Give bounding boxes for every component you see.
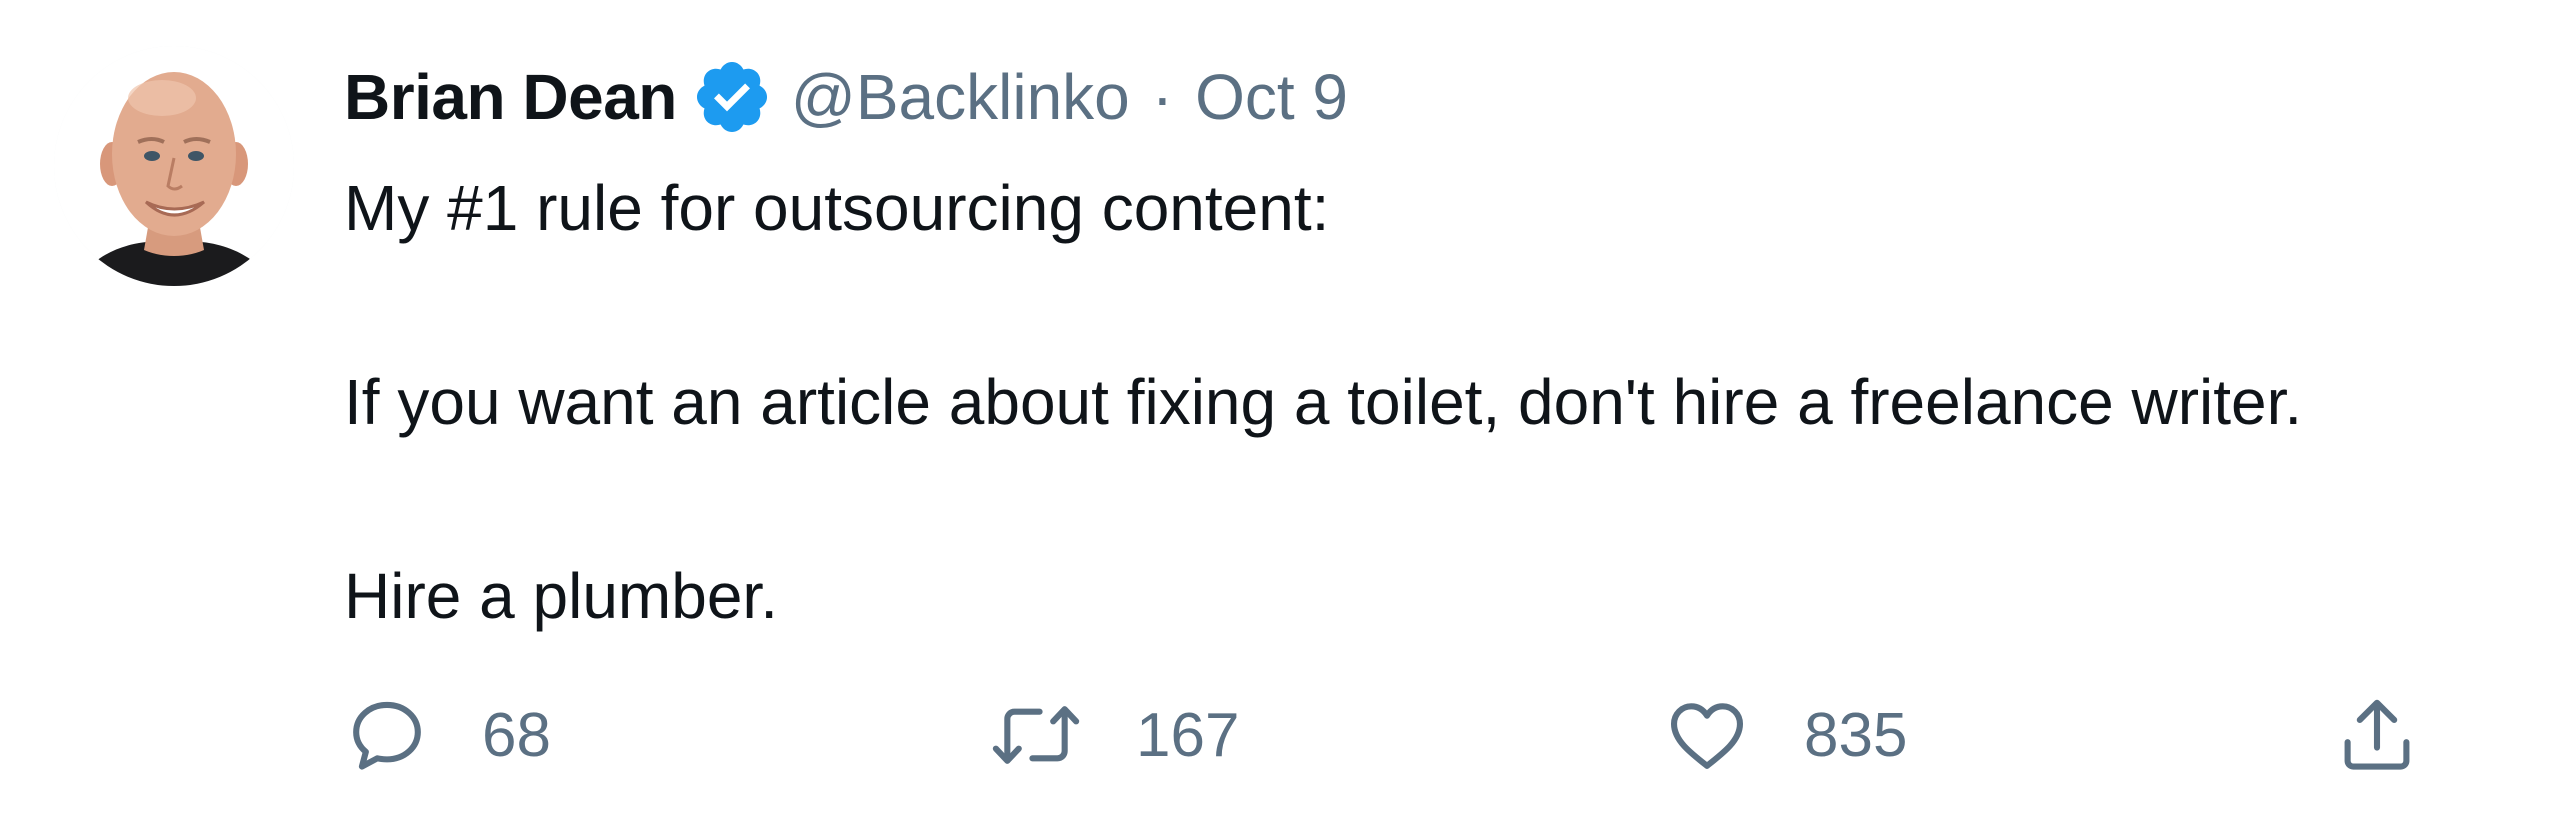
tweet-card[interactable]: Brian Dean @Backlinko · Oct 9 My #1 rule…	[0, 0, 2560, 828]
line-break	[344, 451, 2544, 548]
tweet-text: My #1 rule for outsourcing content: If y…	[344, 160, 2544, 645]
author-name[interactable]: Brian Dean	[344, 60, 677, 134]
tweet-header: Brian Dean @Backlinko · Oct 9	[344, 52, 1348, 142]
tweet-text-line: Hire a plumber.	[344, 560, 778, 632]
retweet-icon	[992, 706, 1080, 764]
avatar-portrait-icon	[54, 46, 294, 286]
retweet-button[interactable]: 167	[988, 690, 1239, 780]
header-separator: ·	[1151, 61, 1174, 133]
line-break	[344, 257, 2544, 354]
retweet-count: 167	[1136, 700, 1240, 770]
tweet-text-line: My #1 rule for outsourcing content:	[344, 172, 1330, 244]
verified-badge-icon	[691, 56, 773, 138]
tweet-text-line: If you want an article about fixing a to…	[344, 366, 2303, 438]
avatar[interactable]	[54, 46, 294, 286]
tweet-date[interactable]: Oct 9	[1195, 60, 1348, 134]
share-icon	[2344, 699, 2410, 770]
reply-icon	[353, 701, 421, 770]
reply-button[interactable]: 68	[344, 690, 551, 780]
heart-icon	[1670, 703, 1744, 769]
reply-count: 68	[482, 700, 551, 770]
tweet-actions: 68 167 835	[344, 690, 2464, 780]
share-button[interactable]	[2334, 690, 2420, 780]
author-handle[interactable]: @Backlinko	[791, 60, 1130, 134]
like-count: 835	[1804, 700, 1908, 770]
like-button[interactable]: 835	[1662, 690, 1907, 780]
